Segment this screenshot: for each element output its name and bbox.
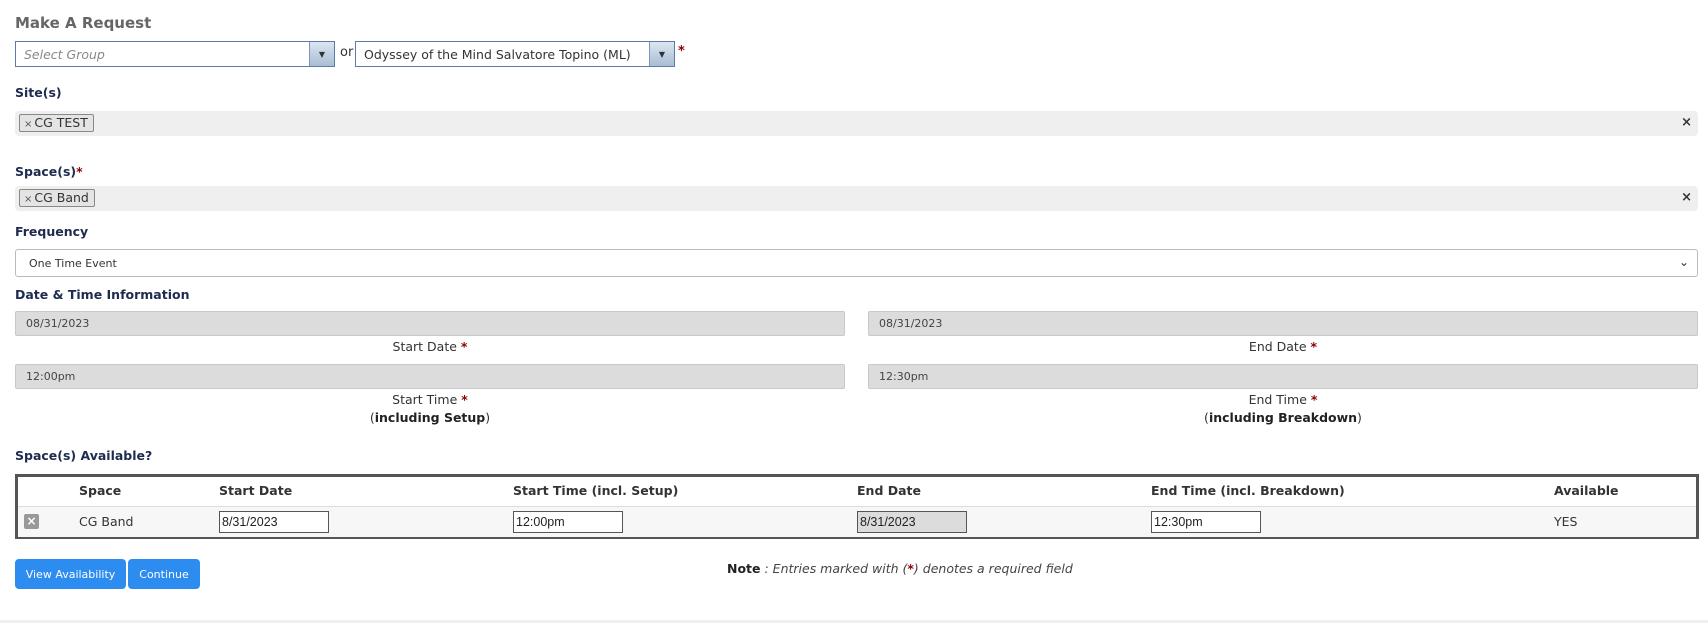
paren-close: ) — [1357, 410, 1362, 425]
end-date-caption: End Date * — [868, 339, 1698, 354]
chevron-down-icon[interactable]: ▼ — [649, 42, 674, 66]
row-space: CG Band — [79, 514, 134, 529]
start-date-value: 08/31/2023 — [26, 317, 90, 330]
end-time-field[interactable]: 12:30pm — [868, 364, 1698, 389]
start-date-caption: Start Date * — [15, 339, 845, 354]
end-time-value: 12:30pm — [879, 370, 929, 383]
or-text: or — [340, 45, 354, 60]
col-start-date: Start Date — [219, 483, 293, 498]
clear-sites-icon[interactable]: × — [1681, 115, 1692, 130]
col-end-date: End Date — [857, 483, 922, 498]
request-form: Make A Request Select Group ▼ or Odyssey… — [15, 0, 1699, 625]
note-text-before: : Entries marked with ( — [760, 561, 908, 576]
row-end-time-input[interactable] — [1151, 511, 1261, 533]
table-header: Space Start Date Start Time (incl. Setup… — [18, 477, 1696, 504]
end-date-field[interactable]: 08/31/2023 — [868, 311, 1698, 336]
required-mark: * — [1310, 339, 1318, 354]
required-mark: * — [678, 44, 685, 59]
note-bold: Note — [727, 561, 761, 576]
space-tag-label: CG Band — [34, 190, 89, 205]
start-date-caption-text: Start Date — [392, 339, 457, 354]
spaces-multiselect[interactable]: × CG Band × — [15, 186, 1698, 211]
availability-label: Space(s) Available? — [15, 448, 153, 463]
remove-row-icon[interactable]: × — [24, 514, 39, 529]
start-time-subcaption-bold: including Setup — [374, 410, 486, 425]
start-time-caption: Start Time * — [15, 392, 845, 407]
end-time-subcaption: (including Breakdown) — [868, 410, 1698, 425]
col-start-time: Start Time (incl. Setup) — [513, 483, 679, 498]
footer-divider — [0, 620, 1708, 623]
end-date-caption-text: End Date — [1248, 339, 1307, 354]
required-mark: * — [460, 339, 468, 354]
datetime-label: Date & Time Information — [15, 287, 190, 302]
required-mark: * — [461, 392, 468, 407]
spaces-label: Space(s)* — [15, 164, 83, 179]
row-start-date-input[interactable] — [219, 511, 329, 533]
site-tag: × CG TEST — [19, 114, 94, 132]
organization-select-value: Odyssey of the Mind Salvatore Topino (ML… — [364, 47, 631, 62]
clear-spaces-icon[interactable]: × — [1681, 190, 1692, 205]
tag-remove-icon[interactable]: × — [24, 194, 32, 205]
site-tag-label: CG TEST — [34, 115, 88, 130]
tag-remove-icon[interactable]: × — [24, 119, 32, 130]
sites-label: Site(s) — [15, 85, 62, 100]
group-select-placeholder: Select Group — [24, 47, 105, 62]
start-time-value: 12:00pm — [26, 370, 76, 383]
table-row: × CG Band YES — [18, 506, 1696, 537]
start-time-field[interactable]: 12:00pm — [15, 364, 845, 389]
start-time-subcaption: (including Setup) — [15, 410, 845, 425]
row-end-date-input — [857, 511, 967, 533]
end-time-subcaption-bold: including Breakdown — [1208, 410, 1358, 425]
end-date-value: 08/31/2023 — [879, 317, 943, 330]
row-available: YES — [1554, 514, 1578, 529]
end-time-caption-text: End Time — [1248, 392, 1307, 407]
start-time-caption-text: Start Time — [392, 392, 458, 407]
paren-close: ) — [485, 410, 491, 425]
start-date-field[interactable]: 08/31/2023 — [15, 311, 845, 336]
required-mark: * — [1310, 392, 1318, 407]
organization-select[interactable]: Odyssey of the Mind Salvatore Topino (ML… — [355, 41, 675, 67]
frequency-label: Frequency — [15, 224, 89, 239]
required-mark: * — [76, 164, 83, 179]
end-time-caption: End Time * — [868, 392, 1698, 407]
view-availability-button[interactable]: View Availability — [15, 559, 126, 589]
frequency-value: One Time Event — [29, 257, 117, 270]
group-select[interactable]: Select Group ▼ — [15, 41, 335, 67]
spaces-label-text: Space(s) — [15, 164, 77, 179]
col-space: Space — [79, 483, 122, 498]
continue-button[interactable]: Continue — [128, 559, 200, 589]
chevron-down-icon: ⌄ — [1678, 255, 1689, 269]
required-note: Note : Entries marked with (*) denotes a… — [727, 561, 1073, 576]
frequency-select[interactable]: One Time Event ⌄ — [15, 249, 1698, 277]
chevron-down-icon[interactable]: ▼ — [309, 42, 334, 66]
availability-table: Space Start Date Start Time (incl. Setup… — [15, 474, 1699, 539]
col-available: Available — [1554, 483, 1619, 498]
col-end-time: End Time (incl. Breakdown) — [1151, 483, 1345, 498]
space-tag: × CG Band — [19, 189, 95, 207]
note-text-after: ) denotes a required field — [913, 561, 1073, 576]
page-title: Make A Request — [15, 14, 152, 32]
row-start-time-input[interactable] — [513, 511, 623, 533]
sites-multiselect[interactable]: × CG TEST × — [15, 111, 1698, 136]
